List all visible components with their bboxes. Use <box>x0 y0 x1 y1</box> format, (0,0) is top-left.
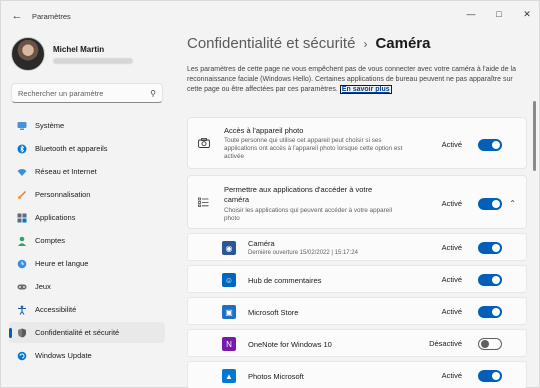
search-box[interactable]: ⚲ <box>11 83 163 103</box>
sidebar-item-label: Personnalisation <box>35 190 91 199</box>
camera-access-description: Toute personne qui utilise cet appareil … <box>224 137 403 160</box>
user-profile[interactable]: Michel Martin <box>11 37 133 71</box>
app-access-state: Activé <box>441 199 462 208</box>
sidebar-item-systeme[interactable]: Système <box>9 115 165 136</box>
camera-icon <box>198 138 210 151</box>
sidebar-item-label: Bluetooth et appareils <box>35 144 108 153</box>
app-state: Activé <box>441 371 462 380</box>
sidebar-item-label: Comptes <box>35 236 66 245</box>
sidebar-item-label: Jeux <box>35 282 51 291</box>
sidebar-nav: Système Bluetooth et appareils Réseau et… <box>9 115 165 368</box>
app-row-camera: ◉ Caméra Dernière ouverture 15/02/2022 |… <box>187 233 527 261</box>
sidebar-item-label: Heure et langue <box>35 259 89 268</box>
app-toggle-photos[interactable] <box>478 370 502 382</box>
system-icon <box>17 121 27 131</box>
app-row-onenote: N OneNote for Windows 10 Désactivé <box>187 329 527 357</box>
sidebar-item-label: Confidentialité et sécurité <box>35 328 120 337</box>
accessibility-icon <box>17 305 27 315</box>
window-controls: — □ ✕ <box>457 1 540 27</box>
camera-access-card: Accès à l'appareil photo Toute personne … <box>187 117 527 169</box>
profile-email-blurred <box>53 57 133 64</box>
sidebar-item-label: Applications <box>35 213 76 222</box>
app-state: Désactivé <box>429 339 462 348</box>
wifi-icon <box>17 167 27 177</box>
person-icon <box>17 236 27 246</box>
app-name: Photos Microsoft <box>248 372 304 381</box>
sidebar-item-label: Réseau et Internet <box>35 167 97 176</box>
main-content: Confidentialité et sécurité › Caméra Les… <box>187 31 527 388</box>
apps-icon <box>17 213 27 223</box>
avatar <box>11 37 45 71</box>
sidebar-item-applications[interactable]: Applications <box>9 207 165 228</box>
bluetooth-icon <box>17 144 27 154</box>
app-toggle-hub-commentaires[interactable] <box>478 274 502 286</box>
scrollbar[interactable] <box>533 101 536 171</box>
feedback-hub-icon: ☺ <box>222 273 236 287</box>
sidebar-item-comptes[interactable]: Comptes <box>9 230 165 251</box>
camera-access-state: Activé <box>441 140 462 149</box>
app-toggle-camera[interactable] <box>478 242 502 254</box>
breadcrumb-parent[interactable]: Confidentialité et sécurité <box>187 35 355 52</box>
minimize-icon[interactable]: — <box>457 1 485 27</box>
store-icon: ▣ <box>222 305 236 319</box>
sidebar-item-label: Windows Update <box>35 351 92 360</box>
app-row-hub-commentaires: ☺ Hub de commentaires Activé <box>187 265 527 293</box>
sidebar-item-jeux[interactable]: Jeux <box>9 276 165 297</box>
app-name: Hub de commentaires <box>248 276 322 285</box>
sidebar-item-windows-update[interactable]: Windows Update <box>9 345 165 366</box>
app-row-photos: ▲ Photos Microsoft Activé <box>187 361 527 388</box>
app-toggle-onenote[interactable] <box>478 338 502 350</box>
sidebar-item-bluetooth[interactable]: Bluetooth et appareils <box>9 138 165 159</box>
onenote-icon: N <box>222 337 236 351</box>
back-arrow-icon[interactable]: ← <box>6 5 28 27</box>
sidebar-item-accessibilite[interactable]: Accessibilité <box>9 299 165 320</box>
sidebar-item-label: Système <box>35 121 65 130</box>
app-access-description: Choisir les applications qui peuvent acc… <box>224 207 393 222</box>
photos-icon: ▲ <box>222 369 236 383</box>
gamepad-icon <box>17 282 27 292</box>
app-toggle-microsoft-store[interactable] <box>478 306 502 318</box>
breadcrumb-separator: › <box>363 36 368 51</box>
app-state: Activé <box>441 307 462 316</box>
shield-icon <box>17 328 27 338</box>
breadcrumb: Confidentialité et sécurité › Caméra <box>187 35 430 52</box>
sidebar-item-label: Accessibilité <box>35 305 77 314</box>
app-last-used: Dernière ouverture 15/02/2022 | 15:17:24 <box>248 250 358 256</box>
app-list-icon <box>198 197 209 210</box>
update-icon <box>17 351 27 361</box>
page-title: Caméra <box>375 35 431 52</box>
profile-name: Michel Martin <box>53 44 105 54</box>
maximize-icon[interactable]: □ <box>485 1 513 27</box>
settings-window: ← Paramètres — □ ✕ Michel Martin ⚲ Systè… <box>0 0 540 388</box>
app-state: Activé <box>441 243 462 252</box>
search-input[interactable] <box>18 88 151 98</box>
globe-clock-icon <box>17 259 27 269</box>
chevron-up-icon[interactable]: ⌃ <box>509 199 516 208</box>
app-access-title: Permettre aux applications d'accéder à v… <box>224 185 373 204</box>
sidebar-item-personnalisation[interactable]: Personnalisation <box>9 184 165 205</box>
close-icon[interactable]: ✕ <box>513 1 540 27</box>
app-access-card[interactable]: Permettre aux applications d'accéder à v… <box>187 175 527 229</box>
app-row-microsoft-store: ▣ Microsoft Store Activé <box>187 297 527 325</box>
camera-app-icon: ◉ <box>222 241 236 255</box>
camera-access-toggle[interactable] <box>478 139 502 151</box>
learn-more-link[interactable]: En savoir plus <box>339 85 392 94</box>
app-state: Activé <box>441 275 462 284</box>
app-title: Paramètres <box>32 11 71 21</box>
search-icon[interactable]: ⚲ <box>150 89 156 98</box>
app-name: Microsoft Store <box>248 308 299 317</box>
sidebar: Michel Martin ⚲ Système Bluetooth et app… <box>1 31 173 388</box>
app-name: OneNote for Windows 10 <box>248 340 332 349</box>
camera-access-title: Accès à l'appareil photo <box>224 126 304 135</box>
sidebar-item-heure-langue[interactable]: Heure et langue <box>9 253 165 274</box>
sidebar-item-confidentialite[interactable]: Confidentialité et sécurité <box>9 322 165 343</box>
app-access-toggle[interactable] <box>478 198 502 210</box>
app-name: Caméra <box>248 239 275 248</box>
intro-text: Les paramètres de cette page ne vous emp… <box>187 65 525 95</box>
sidebar-item-reseau[interactable]: Réseau et Internet <box>9 161 165 182</box>
brush-icon <box>17 190 27 200</box>
title-bar: ← Paramètres — □ ✕ <box>1 1 540 31</box>
